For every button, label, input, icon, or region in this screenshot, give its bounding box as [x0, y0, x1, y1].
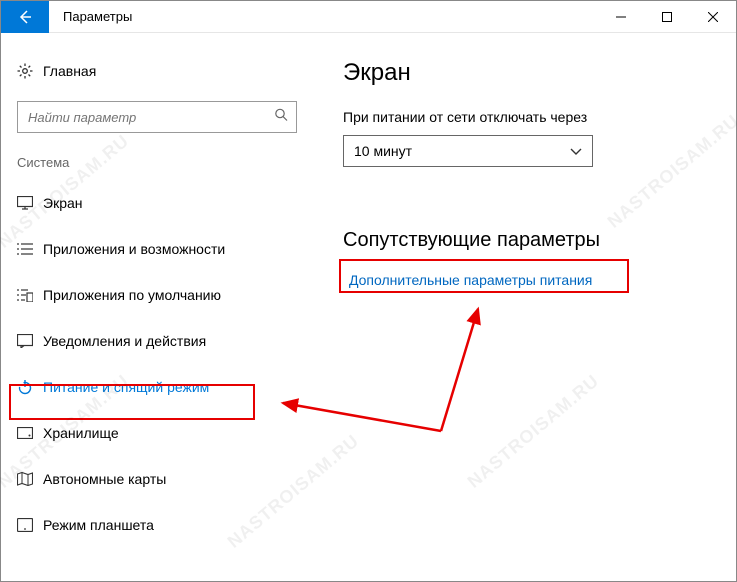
tablet-icon — [17, 518, 43, 532]
storage-icon — [17, 427, 43, 439]
window-controls — [598, 1, 736, 32]
close-button[interactable] — [690, 1, 736, 33]
sidebar-item-label: Уведомления и действия — [43, 333, 206, 349]
field-label: При питании от сети отключать через — [343, 109, 716, 125]
related-heading: Сопутствующие параметры — [343, 229, 716, 252]
chevron-down-icon — [570, 143, 582, 159]
minimize-button[interactable] — [598, 1, 644, 33]
maximize-button[interactable] — [644, 1, 690, 33]
sidebar-item-label: Приложения и возможности — [43, 241, 225, 257]
sidebar-item-tablet-mode[interactable]: Режим планшета — [1, 502, 313, 548]
sidebar-item-label: Экран — [43, 195, 83, 211]
page-heading: Экран — [343, 59, 716, 87]
screen-timeout-dropdown[interactable]: 10 минут — [343, 135, 593, 167]
group-label: Система — [1, 147, 313, 180]
map-icon — [17, 472, 43, 486]
annotation-box-link — [339, 259, 629, 293]
home-label: Главная — [43, 63, 96, 79]
arrow-left-icon — [17, 9, 33, 25]
sidebar-item-apps[interactable]: Приложения и возможности — [1, 226, 313, 272]
back-button[interactable] — [1, 1, 49, 33]
gear-icon — [17, 63, 43, 79]
sidebar-item-label: Автономные карты — [43, 471, 166, 487]
window-title: Параметры — [49, 1, 598, 32]
search-icon — [274, 108, 288, 127]
notifications-icon — [17, 334, 43, 348]
display-icon — [17, 196, 43, 210]
search-box[interactable] — [17, 101, 297, 133]
close-icon — [708, 12, 718, 22]
sidebar-item-label: Хранилище — [43, 425, 119, 441]
sidebar-item-display[interactable]: Экран — [1, 180, 313, 226]
list-icon — [17, 242, 43, 256]
home-button[interactable]: Главная — [1, 51, 313, 91]
dropdown-value: 10 минут — [354, 143, 412, 159]
annotation-box-sidebar-power — [9, 384, 255, 420]
search-input[interactable] — [18, 102, 296, 132]
sidebar-item-label: Режим планшета — [43, 517, 154, 533]
sidebar: Главная Система Экран — [1, 33, 313, 581]
main-panel: Экран При питании от сети отключать чере… — [313, 33, 736, 581]
titlebar: Параметры — [1, 1, 736, 33]
maximize-icon — [662, 12, 672, 22]
minimize-icon — [616, 12, 626, 22]
sidebar-item-default-apps[interactable]: Приложения по умолчанию — [1, 272, 313, 318]
sidebar-item-notifications[interactable]: Уведомления и действия — [1, 318, 313, 364]
default-apps-icon — [17, 288, 43, 302]
sidebar-item-label: Приложения по умолчанию — [43, 287, 221, 303]
sidebar-item-offline-maps[interactable]: Автономные карты — [1, 456, 313, 502]
